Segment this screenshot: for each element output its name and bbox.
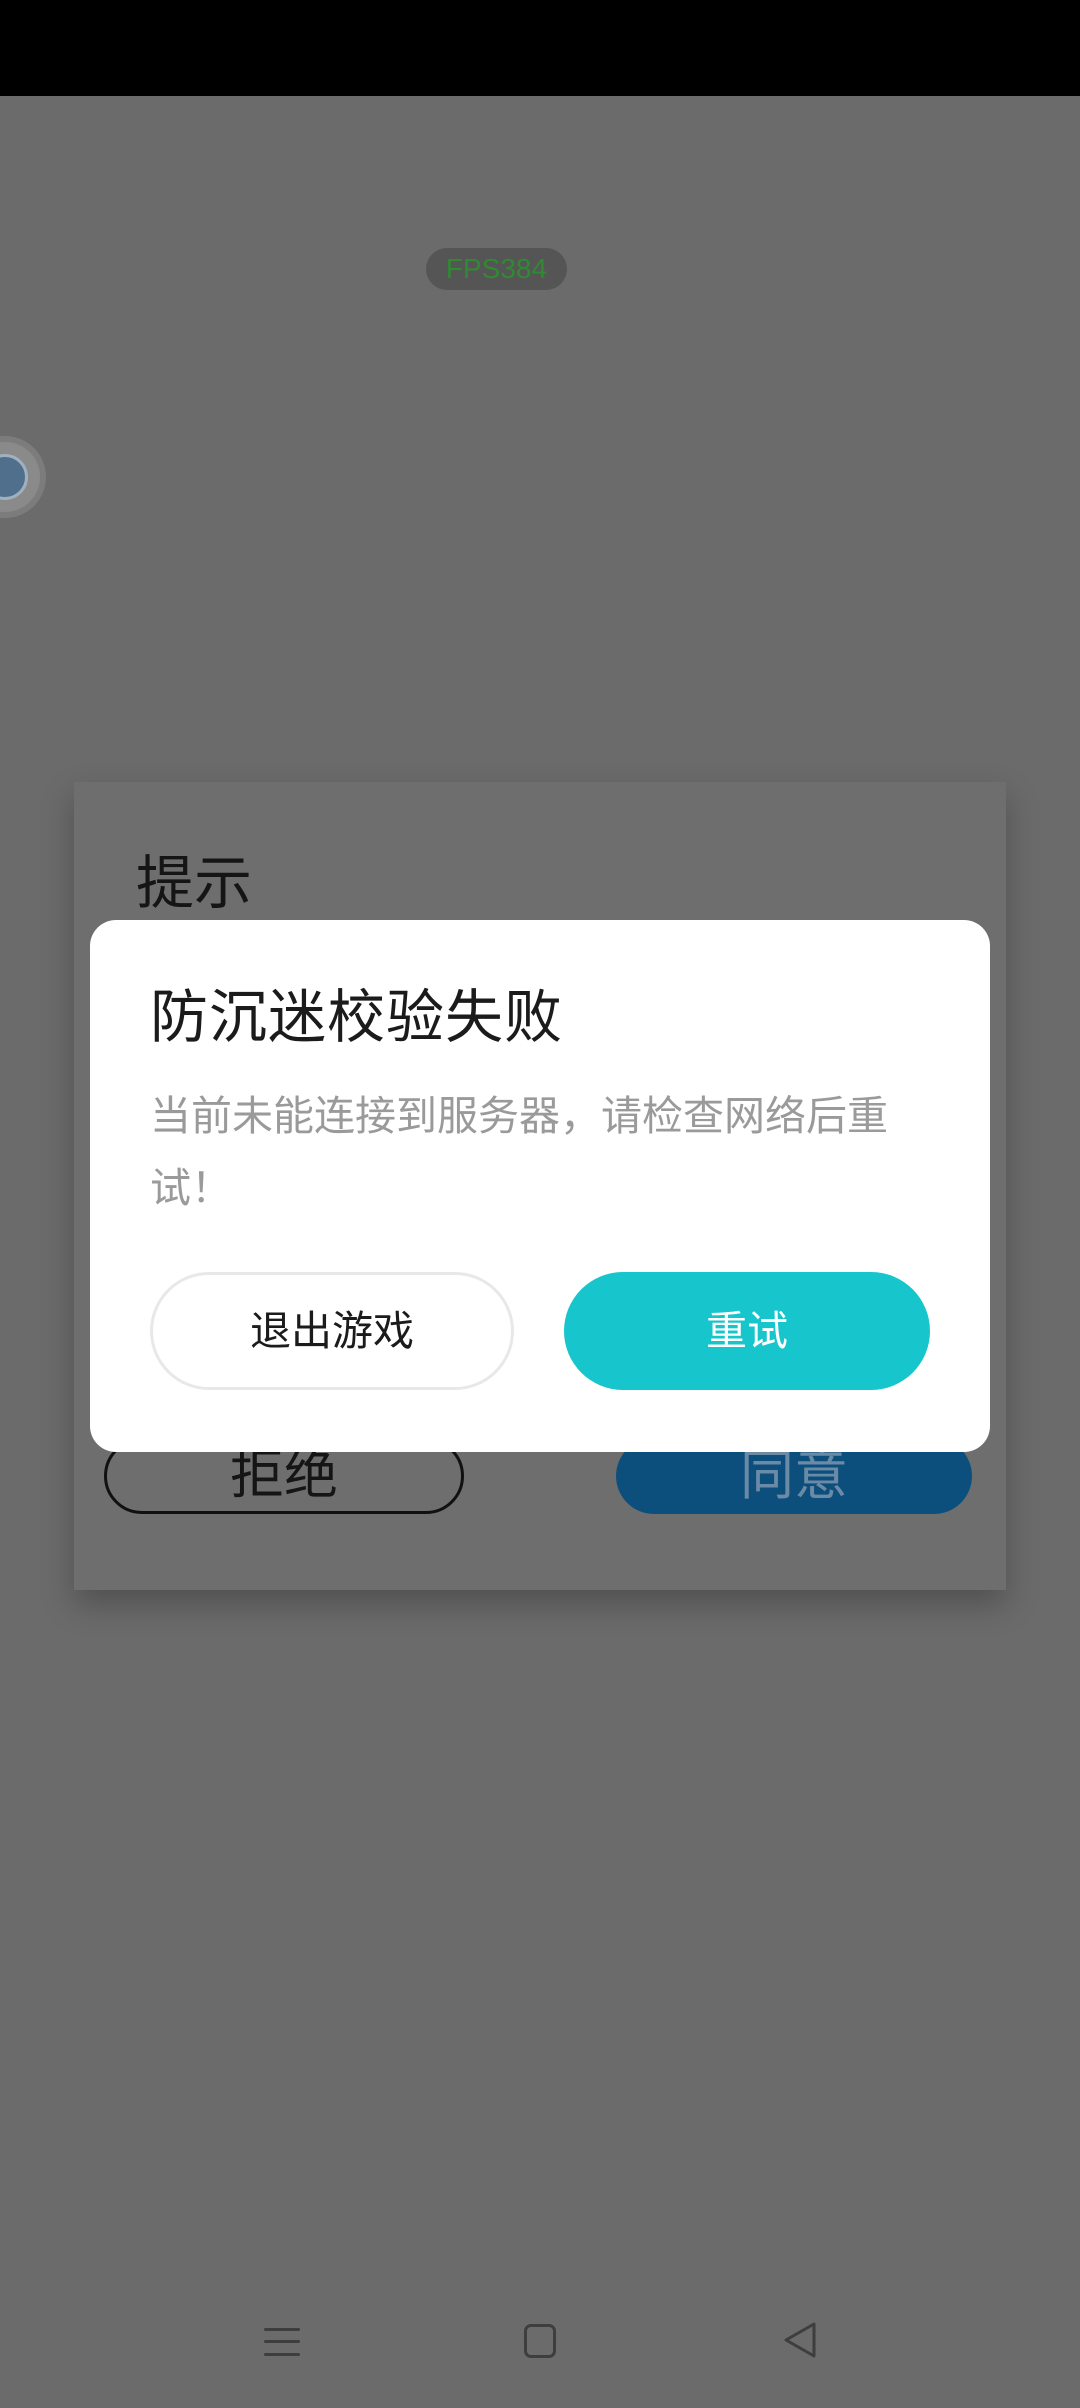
retry-button[interactable]: 重试 xyxy=(564,1272,930,1390)
modal-message: 当前未能连接到服务器，请检查网络后重试！ xyxy=(150,1092,888,1212)
floating-assistant-ball[interactable] xyxy=(0,436,46,518)
menu-icon[interactable] xyxy=(264,2326,300,2358)
exit-game-button[interactable]: 退出游戏 xyxy=(150,1272,514,1390)
modal-title: 防沉迷校验失败 xyxy=(150,983,564,1051)
fps-counter: FPS384 xyxy=(426,248,567,290)
back-icon[interactable] xyxy=(782,2320,818,2360)
anti-addiction-modal: 防沉迷校验失败 当前未能连接到服务器，请检查网络后重试！ 退出游戏 重试 xyxy=(90,920,990,1452)
status-bar xyxy=(0,0,1080,96)
background-dialog-title: 提示 xyxy=(136,849,253,917)
assistant-icon xyxy=(0,454,28,500)
home-icon[interactable] xyxy=(524,2324,556,2358)
